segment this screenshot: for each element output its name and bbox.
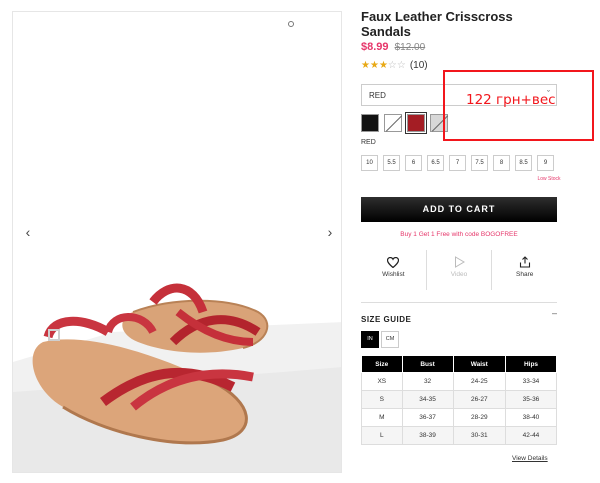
original-price: $12.00 [394,42,426,53]
size-guide-header-row: Size Bust Waist Hips [361,355,558,373]
size-guide-table: Size Bust Waist Hips XS 32 24-25 33-34 S 34-35 26… [361,355,558,445]
table-cell: XS [361,372,403,391]
color-swatch[interactable] [405,112,427,134]
size-option[interactable]: 9 [537,155,554,171]
table-cell: 38-39 [401,426,454,445]
table-cell: M [361,408,403,427]
video-button[interactable]: Video [425,250,492,290]
product-image-gallery: ‹ › [12,11,342,473]
size-option[interactable]: 8 [493,155,510,171]
table-cell: 33-34 [504,372,558,391]
rating[interactable]: ★★★☆☆ (10) [361,60,428,71]
table-row: M 36-37 28-29 38-40 [361,408,558,427]
size-option[interactable]: 5.5 [383,155,400,171]
product-photo [13,283,341,472]
table-cell: 34-35 [401,390,454,409]
table-cell: 42-44 [504,426,558,445]
table-cell: 38-40 [504,408,558,427]
size-option[interactable]: 8.5 [515,155,532,171]
size-option[interactable]: 7 [449,155,466,171]
size-options: 10 5.5 6 6.5 7 7.5 8 8.5 9 [361,155,554,171]
table-cell: 36-37 [401,408,454,427]
product-actions: Wishlist Video Share [361,250,557,290]
image-indicator-dot[interactable] [288,21,294,27]
chevron-right-icon[interactable]: › [323,225,337,239]
size-option[interactable]: 6.5 [427,155,444,171]
low-stock-badge: Low Stock [537,176,561,182]
price-block: $8.99 $12.00 [361,41,425,53]
view-details-link[interactable]: View Details [512,455,548,462]
video-label: Video [450,271,468,278]
size-option[interactable]: 6 [405,155,422,171]
size-option[interactable]: 7.5 [471,155,488,171]
star-filled-icon: ★ [361,60,370,71]
chevron-left-icon[interactable]: ‹ [21,225,35,239]
table-cell: 35-36 [504,390,558,409]
table-row: XS 32 24-25 33-34 [361,372,558,391]
color-swatch[interactable] [361,114,379,132]
star-empty-icon: ☆ [396,60,406,71]
table-cell: 28-29 [452,408,506,427]
wishlist-label: Wishlist [382,271,405,278]
play-icon [427,250,492,270]
size-guide-header[interactable]: SIZE GUIDE – [361,302,557,327]
product-page: ‹ › Faux Leather Crisscross Sandals $8.9… [0,0,600,483]
table-cell: 32 [401,372,454,391]
table-row: S 34-35 26-27 35-36 [361,390,558,409]
wishlist-button[interactable]: Wishlist [361,250,426,290]
table-cell: S [361,390,403,409]
star-empty-icon: ☆ [387,60,397,71]
star-rating-icon: ★★★☆☆ [361,60,406,71]
size-option[interactable]: 10 [361,155,378,171]
share-button[interactable]: Share [491,250,557,290]
table-row: L 38-39 30-31 42-44 [361,426,558,445]
review-count: (10) [409,60,428,71]
unit-toggle: IN CM [361,331,399,348]
table-cell: 30-31 [452,426,506,445]
color-select-value: RED [369,91,386,100]
annotation-text: 122 грн+вес [466,92,556,108]
heart-icon [361,250,426,270]
promo-text: Buy 1 Get 1 Free with code BOGOFREE [400,231,518,238]
star-filled-icon: ★ [369,60,379,71]
column-header: Hips [504,355,558,373]
share-icon [492,250,557,270]
unit-option-cm[interactable]: CM [381,331,399,348]
sale-price: $8.99 [361,41,389,53]
color-swatches [361,112,448,134]
product-title: Faux Leather Crisscross Sandals [361,9,513,39]
star-filled-icon: ★ [378,60,388,71]
table-cell: 24-25 [452,372,506,391]
table-cell: 26-27 [452,390,506,409]
table-cell: L [361,426,403,445]
column-header: Waist [452,355,506,373]
add-to-cart-button[interactable]: ADD TO CART [361,197,557,222]
column-header: Bust [401,355,454,373]
column-header: Size [361,355,403,373]
share-label: Share [516,271,534,278]
color-swatch[interactable] [384,114,402,132]
collapse-icon[interactable]: – [552,308,557,318]
unit-option-in[interactable]: IN [361,331,379,348]
selected-color-label: RED [361,139,376,146]
size-guide-title: SIZE GUIDE [361,315,412,324]
